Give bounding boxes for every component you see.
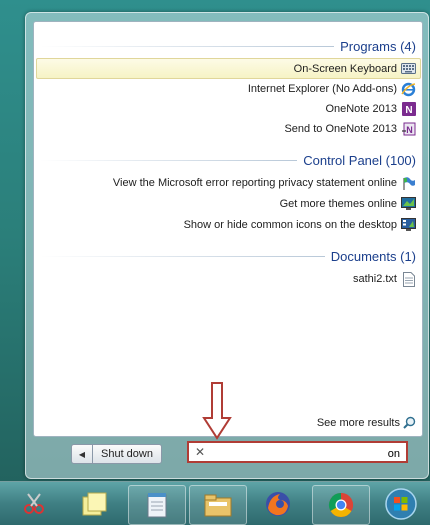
keyboard-icon xyxy=(401,61,416,76)
monitor-icon xyxy=(401,197,416,212)
section-header-programs[interactable]: Programs (4) xyxy=(40,39,416,54)
section-divider xyxy=(40,46,335,47)
search-input[interactable] xyxy=(207,445,402,463)
taskbar-snipping-tool[interactable] xyxy=(6,485,62,523)
start-button[interactable] xyxy=(376,485,426,523)
result-label: Send to OneNote 2013 xyxy=(284,123,397,135)
result-item-sathi2-txt[interactable]: sathi2.txt xyxy=(353,270,416,288)
result-item-onenote[interactable]: OneNote 2013 N xyxy=(325,100,416,118)
search-box: ✕ xyxy=(187,441,408,463)
start-orb-icon xyxy=(385,488,417,520)
result-item-error-reporting-privacy[interactable]: View the Microsoft error reporting priva… xyxy=(113,174,416,192)
snipping-tool-icon xyxy=(24,493,44,514)
result-label: Internet Explorer (No Add-ons) xyxy=(247,83,397,95)
result-item-internet-explorer[interactable]: Internet Explorer (No Add-ons) xyxy=(248,80,416,98)
result-label: View the Microsoft error reporting priva… xyxy=(112,177,397,189)
section-divider xyxy=(40,160,298,161)
flag-icon xyxy=(401,176,416,191)
result-label: sathi2.txt xyxy=(352,273,397,285)
shutdown-options-arrow-icon[interactable]: ◀ xyxy=(72,445,93,463)
see-more-label: See more results xyxy=(316,416,400,429)
see-more-results-link[interactable]: See more results xyxy=(317,416,416,429)
firefox-icon xyxy=(266,492,290,516)
result-label: Get more themes online xyxy=(279,198,397,210)
section-header-control-panel[interactable]: Control Panel (100) xyxy=(40,153,416,168)
section-divider xyxy=(40,256,325,257)
svg-text:N: N xyxy=(405,105,412,116)
shutdown-button-group: ◀ Shut down xyxy=(71,444,162,464)
result-item-show-hide-desktop-icons[interactable]: Show or hide common icons on the desktop xyxy=(184,216,416,234)
start-menu-bottom-bar: ◀ Shut down ✕ xyxy=(33,437,421,471)
result-label: OneNote 2013 xyxy=(325,103,397,115)
section-title: Programs (4) xyxy=(340,39,416,54)
taskbar-notepad[interactable] xyxy=(128,485,186,525)
section-title: Documents (1) xyxy=(330,249,416,264)
section-title: Control Panel (100) xyxy=(303,153,416,168)
result-item-send-to-onenote[interactable]: Send to OneNote 2013 N xyxy=(284,120,416,138)
taskbar xyxy=(0,481,430,525)
notepad-icon xyxy=(147,493,167,518)
taskbar-sticky-notes[interactable] xyxy=(66,485,122,523)
file-explorer-icon xyxy=(204,494,232,517)
result-label: On-Screen Keyboard xyxy=(293,62,397,75)
shutdown-button[interactable]: Shut down xyxy=(93,445,161,463)
taskbar-chrome[interactable] xyxy=(312,485,370,525)
search-results-panel: Programs (4) On-Screen Keyboard Internet… xyxy=(33,21,423,437)
section-header-documents[interactable]: Documents (1) xyxy=(40,249,416,264)
text-file-icon xyxy=(401,271,416,287)
internet-explorer-icon xyxy=(401,82,416,97)
annotation-arrow-icon xyxy=(202,382,232,440)
result-item-get-more-themes[interactable]: Get more themes online xyxy=(280,195,416,213)
result-item-on-screen-keyboard[interactable]: On-Screen Keyboard xyxy=(36,58,421,79)
onenote-icon: N xyxy=(401,102,416,117)
taskbar-firefox[interactable] xyxy=(250,485,306,523)
desktop-icons-icon xyxy=(401,218,416,233)
svg-text:N: N xyxy=(406,125,413,135)
sticky-notes-icon xyxy=(82,492,107,516)
taskbar-file-explorer[interactable] xyxy=(189,485,247,525)
send-to-onenote-icon: N xyxy=(401,122,416,137)
clear-search-icon[interactable]: ✕ xyxy=(195,445,205,459)
search-icon xyxy=(403,416,416,429)
result-label: Show or hide common icons on the desktop xyxy=(183,219,397,231)
chrome-icon xyxy=(328,493,354,518)
